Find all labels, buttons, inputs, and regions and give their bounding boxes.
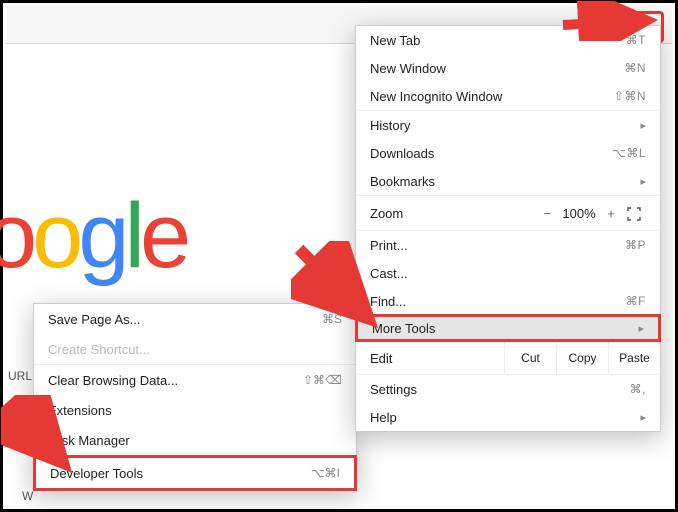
annotation-arrow-icon — [1, 395, 81, 475]
submenu-extensions[interactable]: Extensions — [34, 395, 356, 425]
chevron-right-icon: ▸ — [640, 411, 646, 424]
menu-bookmarks[interactable]: Bookmarks▸ — [356, 167, 660, 195]
more-tools-submenu: Save Page As...⌘S Create Shortcut... Cle… — [33, 303, 357, 491]
submenu-clear-browsing[interactable]: Clear Browsing Data...⇧⌘⌫ — [34, 365, 356, 395]
edit-label: Edit — [370, 351, 504, 366]
url-label: URL — [6, 356, 36, 396]
zoom-value: 100% — [558, 206, 600, 221]
submenu-create-shortcut: Create Shortcut... — [34, 334, 356, 364]
menu-more-tools[interactable]: More Tools▸ — [355, 314, 661, 342]
menu-edit-row: Edit Cut Copy Paste — [356, 342, 660, 374]
annotation-arrow-icon — [558, 1, 658, 41]
w-label: W — [22, 489, 33, 503]
menu-help[interactable]: Help▸ — [356, 403, 660, 431]
zoom-in-button[interactable]: + — [600, 206, 622, 221]
submenu-task-manager[interactable]: Task Manager — [34, 425, 356, 455]
menu-find[interactable]: Find...⌘F — [356, 287, 660, 315]
edit-paste-button[interactable]: Paste — [608, 342, 660, 374]
menu-cast[interactable]: Cast... — [356, 259, 660, 287]
zoom-label: Zoom — [370, 206, 536, 221]
zoom-out-button[interactable]: − — [536, 206, 558, 221]
fullscreen-icon[interactable] — [622, 205, 646, 221]
menu-downloads[interactable]: Downloads⌥⌘L — [356, 139, 660, 167]
menu-zoom-row: Zoom − 100% + — [356, 196, 660, 230]
submenu-developer-tools[interactable]: Developer Tools⌥⌘I — [33, 455, 357, 491]
edit-copy-button[interactable]: Copy — [556, 342, 608, 374]
chevron-right-icon: ▸ — [640, 175, 646, 188]
menu-settings[interactable]: Settings⌘, — [356, 375, 660, 403]
menu-new-incognito[interactable]: New Incognito Window⇧⌘N — [356, 82, 660, 110]
chevron-right-icon: ▸ — [640, 119, 646, 132]
menu-new-window[interactable]: New Window⌘N — [356, 54, 660, 82]
menu-print[interactable]: Print...⌘P — [356, 231, 660, 259]
chevron-right-icon: ▸ — [638, 322, 644, 335]
edit-cut-button[interactable]: Cut — [504, 342, 556, 374]
chrome-main-menu: New Tab⌘T New Window⌘N New Incognito Win… — [355, 25, 661, 432]
annotation-arrow-icon — [291, 241, 381, 331]
menu-history[interactable]: History▸ — [356, 111, 660, 139]
google-logo: oogle — [0, 184, 186, 289]
